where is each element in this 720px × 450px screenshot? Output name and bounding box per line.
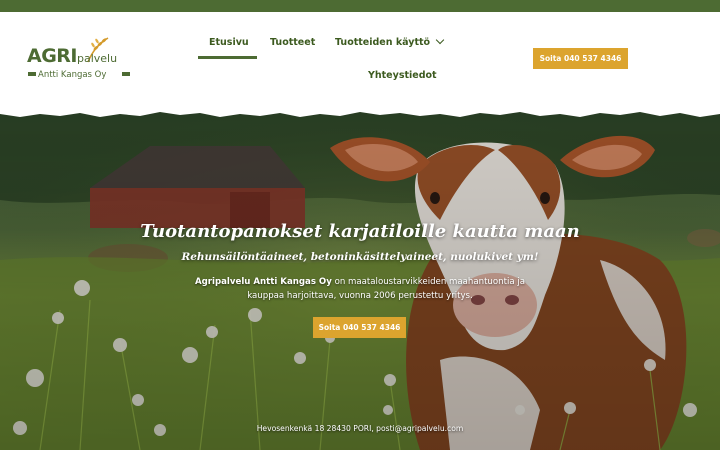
site-logo[interactable]: AGRIpalvelu Antti Kangas Oy bbox=[26, 34, 134, 82]
nav-active-indicator bbox=[198, 56, 257, 59]
logo-brand: AGRIpalvelu bbox=[27, 46, 117, 69]
nav-yhteystiedot[interactable]: Yhteystiedot bbox=[368, 70, 437, 81]
nav-etusivu[interactable]: Etusivu bbox=[209, 37, 249, 48]
torn-edge-divider bbox=[0, 108, 720, 117]
hero-description: Agripalvelu Antti Kangas Oy on maatalous… bbox=[180, 275, 540, 303]
logo-palvelu: palvelu bbox=[77, 52, 118, 65]
top-accent-bar bbox=[0, 0, 720, 12]
hero-call-button[interactable]: Soita 040 537 4346 bbox=[313, 317, 406, 338]
chevron-down-icon bbox=[435, 35, 445, 45]
logo-company: Antti Kangas Oy bbox=[38, 70, 107, 80]
nav-tuotteiden-kaytto-label: Tuotteiden käyttö bbox=[335, 37, 431, 48]
header-call-button[interactable]: Soita 040 537 4346 bbox=[533, 48, 628, 69]
nav-tuotteiden-kaytto[interactable]: Tuotteiden käyttö bbox=[335, 35, 445, 48]
address-line: Hevosenkenkä 18 28430 PORI, posti@agripa… bbox=[256, 424, 464, 433]
hero-title: Tuotantopanokset karjatiloille kautta ma… bbox=[140, 221, 580, 242]
logo-agri: AGRI bbox=[27, 45, 78, 67]
hero-subtitle: Rehunsäilöntäaineet, betoninkäsittelyain… bbox=[181, 251, 539, 263]
nav-tuotteet[interactable]: Tuotteet bbox=[270, 37, 315, 48]
hero-description-company: Agripalvelu Antti Kangas Oy bbox=[195, 277, 332, 287]
